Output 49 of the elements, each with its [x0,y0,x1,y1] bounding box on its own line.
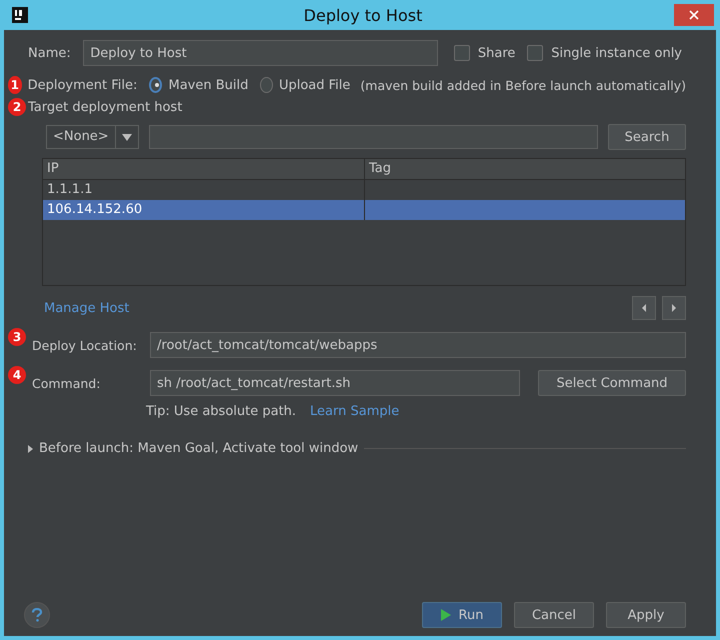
dialog-button[interactable]: Apply [606,602,686,628]
dialog-button[interactable]: Run [422,602,502,628]
search-button[interactable]: Search [608,124,686,150]
table-row[interactable]: 106.14.152.60 [43,200,685,220]
checkbox[interactable] [527,45,544,61]
section-label: Target deployment host [28,100,182,114]
select-command-button[interactable]: Select Command [538,370,686,396]
note-text: (maven build added in Before launch automatically) [360,78,686,92]
previous-button[interactable] [632,296,656,320]
dropdown-arrow-icon [122,134,132,140]
search-field[interactable] [148,125,598,149]
column-header: IP [43,159,365,179]
dialog-button[interactable]: Cancel [514,602,594,628]
help-button[interactable] [24,602,50,628]
manage-host-link[interactable]: Manage Host [44,300,130,316]
table-cell: 106.14.152.60 [47,202,142,217]
radio-label: Upload File [278,78,350,92]
host-dropdown[interactable]: <None> [46,125,139,149]
learn-sample-link[interactable]: Learn Sample [310,404,400,419]
number-badge: 2 [8,98,26,116]
section-label: Before launch: Maven Goal, Activate tool window [39,441,358,456]
right-triangle-icon [669,302,679,314]
field-label: Deploy Location: [32,338,137,352]
close-button[interactable] [674,4,714,26]
checkbox[interactable] [454,45,470,61]
window-title: Deploy to Host [302,6,424,24]
text-field[interactable]: Deploy to Host [83,40,438,66]
table-cell: 1.1.1.1 [47,182,92,197]
close-icon [689,10,699,20]
play-icon [440,609,451,621]
field-label: Deployment File: [28,78,138,92]
expand-triangle-icon[interactable] [28,444,33,452]
number-badge: 4 [8,366,26,384]
help-icon [31,608,43,622]
number-badge: 1 [8,76,22,94]
next-button[interactable] [662,296,686,320]
checkbox-label: Single instance only [551,46,682,60]
text-field[interactable]: /root/act_tomcat/tomcat/webapps [150,332,686,358]
app-icon [12,7,28,23]
column-header: Tag [368,160,392,178]
field-label: Command: [32,376,100,390]
text-field[interactable]: sh /root/act_tomcat/restart.sh [150,370,520,396]
number-badge: 3 [8,328,26,346]
radio-button[interactable] [260,77,273,93]
field-label: Name: [28,46,72,60]
radio-label: Maven Build [168,78,248,92]
checkbox-label: Share [478,46,516,60]
radio-button[interactable] [149,77,162,93]
tip-text: Tip: Use absolute path. [146,404,296,419]
